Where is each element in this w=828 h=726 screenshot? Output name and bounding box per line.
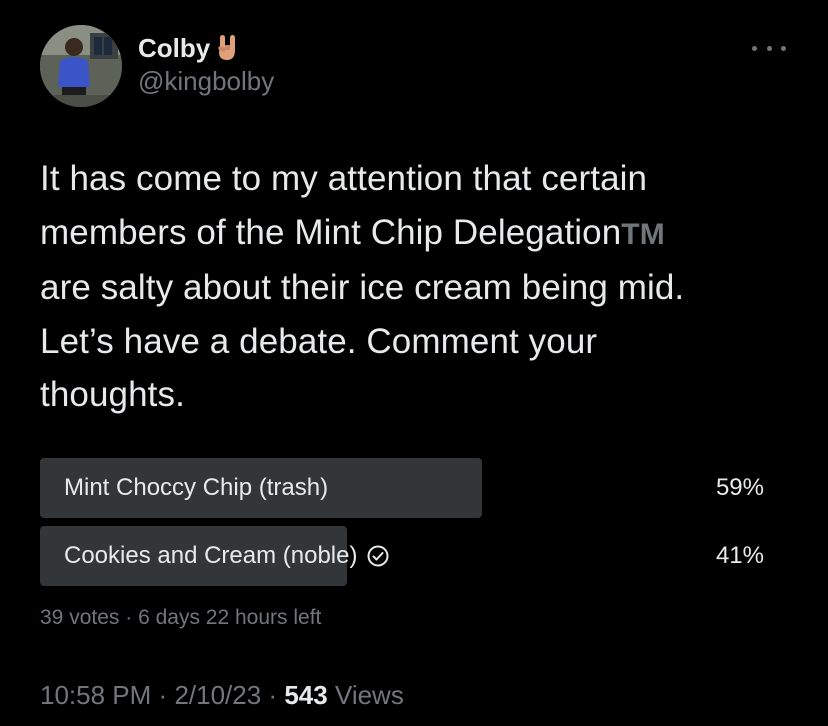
sign-of-the-horns-emoji-icon [216,34,240,62]
poll-meta: 39 votes · 6 days 22 hours left [40,606,321,630]
tweet-text-line: thoughts. [40,375,185,414]
tweet-text-line: It has come to my attention that certain [40,159,648,198]
poll-time-left: 6 days 22 hours left [138,606,322,629]
dot [766,45,772,51]
more-horizontal-icon[interactable] [752,38,786,58]
user-handle[interactable]: @kingbolby [138,66,274,97]
tweet-text-line: members of the Mint Chip DelegationTM [40,206,800,262]
avatar[interactable] [40,25,122,107]
separator: · [125,606,133,629]
tweet-text-segment: members of the Mint Chip Delegation [40,212,622,252]
dot [781,45,786,51]
views-label[interactable]: Views [335,680,404,710]
dot [752,45,757,51]
avatar-image [40,25,122,107]
author-block: Colby @kingbolby [138,32,274,97]
poll-option-text: Cookies and Cream (noble) [64,542,358,569]
poll-option[interactable]: Cookies and Cream (noble) 41% [40,526,786,586]
tweet-card: Colby @kingbolby It has come to my atten… [0,0,828,726]
tweet-text-line: Let’s have a debate. Comment your [40,321,598,361]
views-count[interactable]: 543 [284,680,327,710]
poll-votes: 39 votes [40,606,120,629]
tweet-time[interactable]: 10:58 PM [40,680,151,710]
poll-option-text: Mint Choccy Chip (trash) [64,474,329,501]
poll-option-percent: 41% [715,542,764,569]
separator: · [268,680,278,710]
display-name[interactable]: Colby [138,33,210,64]
poll-option[interactable]: Mint Choccy Chip (trash) 59% [40,458,786,518]
check-circle-icon [367,545,389,567]
tweet-text: It has come to my attention that certain… [40,152,800,422]
trademark-symbol: TM [621,217,665,251]
poll-option-percent: 59% [715,474,764,501]
tweet-text-line: are salty about their ice cream being mi… [40,268,685,307]
poll: Mint Choccy Chip (trash) 59% Cookies and… [40,458,786,594]
tweet-date[interactable]: 2/10/23 [174,680,261,710]
separator: · [158,680,168,710]
display-name-row: Colby [138,32,274,64]
timestamp-row: 10:58 PM · 2/10/23 · 543 Views [40,680,404,711]
poll-option-label: Cookies and Cream (noble) [64,526,389,586]
poll-option-label: Mint Choccy Chip (trash) [64,458,328,518]
